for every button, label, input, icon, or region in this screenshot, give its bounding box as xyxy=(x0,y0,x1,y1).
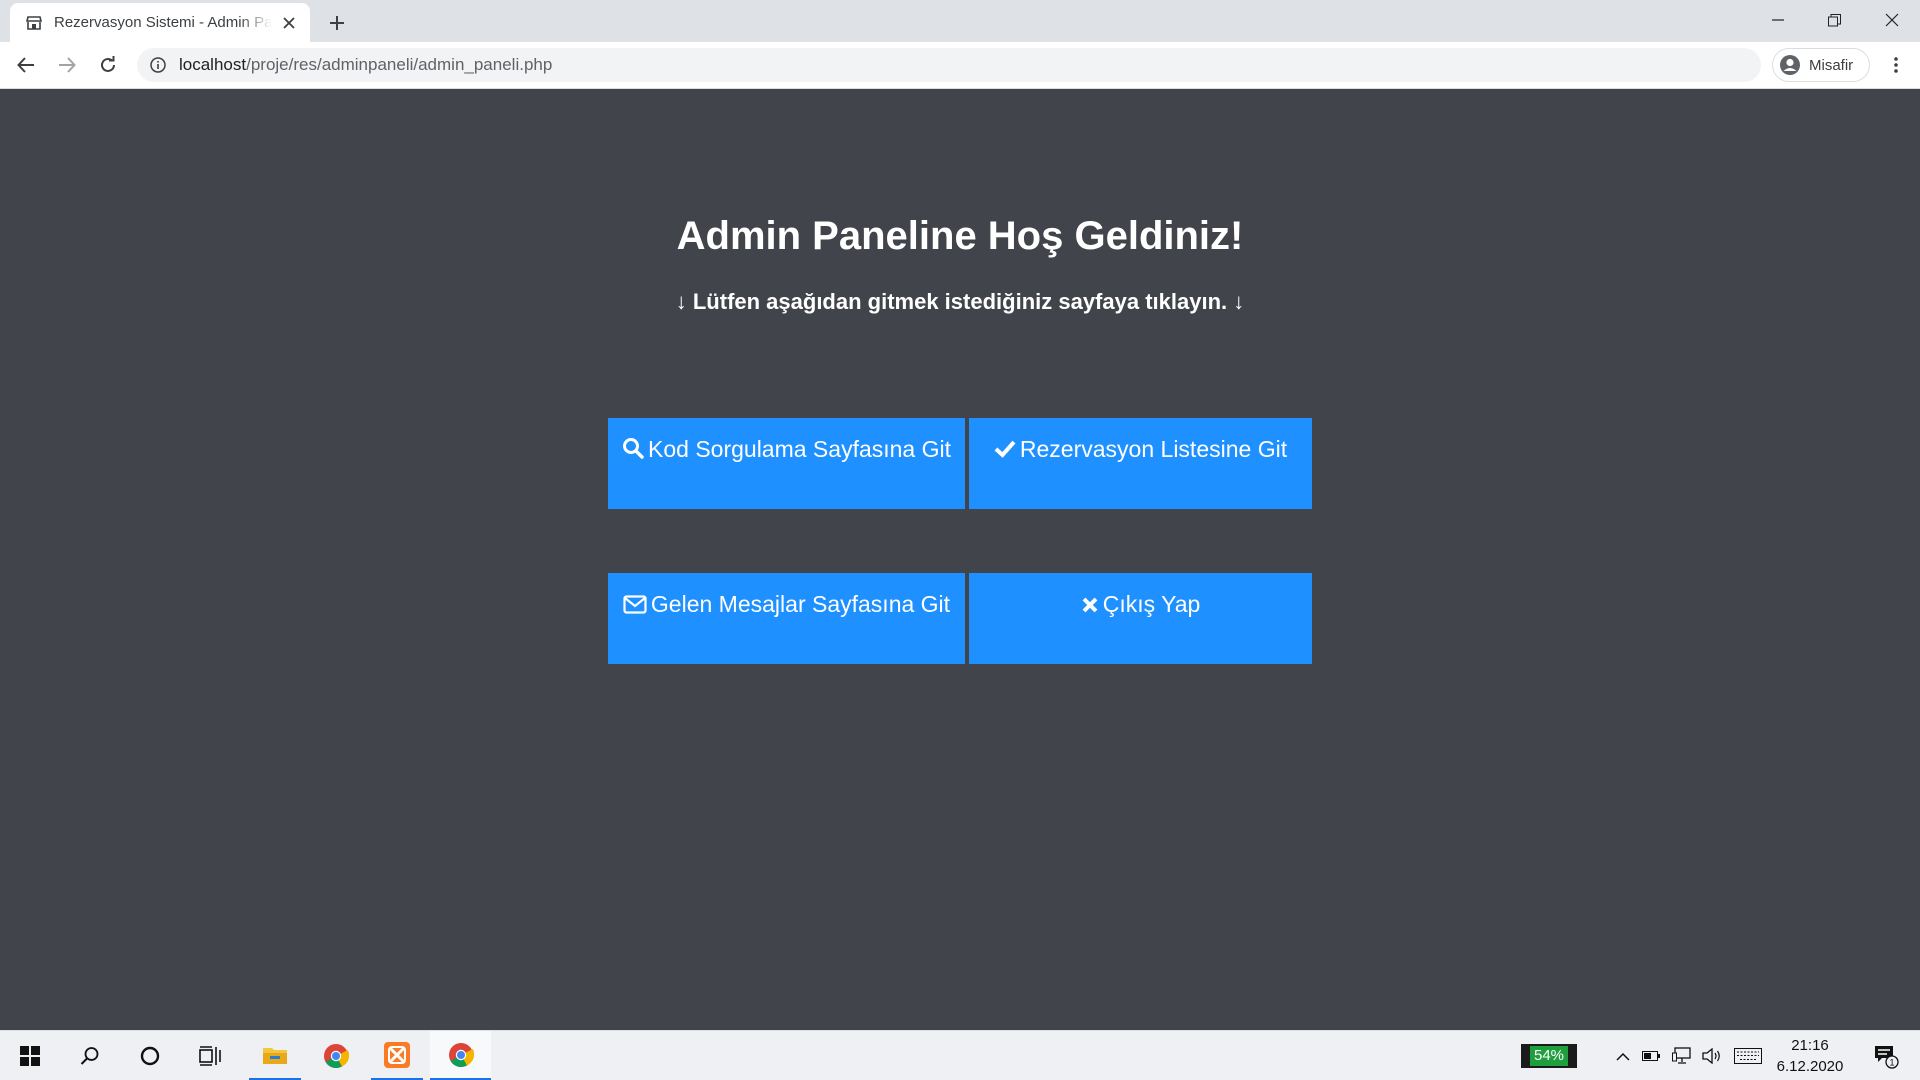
code-query-button[interactable]: Kod Sorgulama Sayfasına Git xyxy=(608,418,965,509)
task-view-icon xyxy=(199,1046,221,1066)
magnifier-icon xyxy=(80,1047,99,1065)
cortana-circle-icon xyxy=(140,1046,160,1066)
clock-time: 21:16 xyxy=(1791,1037,1829,1054)
check-icon xyxy=(994,438,1016,464)
browser-tab-active[interactable]: Rezervasyon Sistemi - Admin Paneli xyxy=(10,3,310,42)
chrome-icon xyxy=(324,1044,349,1069)
task-view-button[interactable] xyxy=(190,1031,230,1080)
notification-icon: 1 xyxy=(1875,1046,1899,1069)
tab-title: Rezervasyon Sistemi - Admin Paneli xyxy=(54,14,272,31)
plus-icon xyxy=(330,16,344,30)
minimize-icon xyxy=(1771,19,1784,21)
windows-taskbar: 54% 21:16 6.12.2020 1 xyxy=(0,1030,1920,1080)
clock-date: 6.12.2020 xyxy=(1776,1058,1844,1075)
page-title: Admin Paneline Hoş Geldiniz! xyxy=(676,214,1244,258)
action-center-button[interactable]: 1 xyxy=(1866,1031,1906,1080)
chevron-up-icon xyxy=(1616,1052,1630,1061)
forward-button[interactable] xyxy=(51,49,83,81)
arrow-right-icon xyxy=(59,57,76,73)
kebab-menu-icon xyxy=(1894,57,1898,73)
new-tab-button[interactable] xyxy=(322,8,352,38)
times-icon xyxy=(1081,593,1099,619)
url-host: localhost xyxy=(179,55,247,74)
incoming-messages-button[interactable]: Gelen Mesajlar Sayfasına Git xyxy=(608,573,965,664)
touch-keyboard-button[interactable] xyxy=(1732,1031,1764,1080)
cortana-button[interactable] xyxy=(130,1031,170,1080)
avatar-icon xyxy=(1780,55,1800,75)
info-icon[interactable] xyxy=(149,56,167,74)
page-content: Admin Paneline Hoş Geldiniz! ↓ Lütfen aş… xyxy=(0,89,1920,1030)
network-tray-button[interactable] xyxy=(1670,1031,1694,1080)
battery-icon xyxy=(1642,1051,1660,1061)
logout-label: Çıkış Yap xyxy=(1102,591,1201,617)
envelope-icon xyxy=(623,593,647,619)
close-tab-icon[interactable] xyxy=(278,12,300,34)
folder-icon xyxy=(263,1047,287,1064)
url-path: /proje/res/adminpaneli/admin_paneli.php xyxy=(246,55,553,74)
system-clock[interactable]: 21:16 6.12.2020 xyxy=(1770,1035,1850,1077)
start-button[interactable] xyxy=(10,1031,50,1080)
battery-tray-button[interactable] xyxy=(1640,1031,1662,1080)
logout-button[interactable]: Çıkış Yap xyxy=(969,573,1312,664)
code-query-label: Kod Sorgulama Sayfasına Git xyxy=(648,436,951,462)
show-hidden-icons-button[interactable] xyxy=(1612,1031,1634,1080)
reservation-list-button[interactable]: Rezervasyon Listesine Git xyxy=(969,418,1312,509)
minimize-button[interactable] xyxy=(1749,0,1806,40)
incoming-messages-label: Gelen Mesajlar Sayfasına Git xyxy=(650,591,951,617)
restore-button[interactable] xyxy=(1806,0,1863,40)
store-icon xyxy=(24,13,44,33)
chrome-taskbar-item[interactable] xyxy=(310,1031,362,1080)
chrome-icon xyxy=(448,1042,474,1067)
close-icon xyxy=(1885,13,1898,27)
reload-icon xyxy=(101,56,115,72)
file-explorer-taskbar-item[interactable] xyxy=(249,1031,301,1080)
network-icon xyxy=(1672,1047,1691,1064)
close-window-button[interactable] xyxy=(1863,0,1920,40)
page-subtitle: ↓ Lütfen aşağıdan gitmek istediğiniz say… xyxy=(675,289,1245,314)
arrow-left-icon xyxy=(17,57,34,73)
browser-toolbar: localhost/proje/res/adminpaneli/admin_pa… xyxy=(0,42,1920,89)
address-bar[interactable]: localhost/proje/res/adminpaneli/admin_pa… xyxy=(137,48,1761,82)
battery-percentage-badge[interactable]: 54% xyxy=(1521,1044,1577,1068)
url-text: localhost/proje/res/adminpaneli/admin_pa… xyxy=(179,55,552,75)
profile-label: Misafir xyxy=(1809,56,1854,74)
reservation-list-label: Rezervasyon Listesine Git xyxy=(1019,436,1288,462)
battery-percentage: 54% xyxy=(1529,1046,1569,1066)
volume-tray-button[interactable] xyxy=(1700,1031,1724,1080)
speaker-icon xyxy=(1702,1048,1720,1064)
xampp-taskbar-item[interactable] xyxy=(371,1031,423,1080)
chrome-active-taskbar-item[interactable] xyxy=(430,1031,491,1080)
windows-logo-icon xyxy=(20,1046,40,1066)
tab-strip: Rezervasyon Sistemi - Admin Paneli xyxy=(0,0,1920,42)
keyboard-icon xyxy=(1734,1048,1762,1064)
browser-menu-button[interactable] xyxy=(1880,49,1912,81)
notification-count: 1 xyxy=(1889,1058,1894,1068)
xampp-icon xyxy=(384,1041,410,1068)
back-button[interactable] xyxy=(10,49,42,81)
search-icon xyxy=(622,437,644,464)
restore-icon xyxy=(1828,13,1841,26)
search-taskbar-button[interactable] xyxy=(70,1031,110,1080)
reload-button[interactable] xyxy=(92,49,124,81)
profile-button[interactable]: Misafir xyxy=(1772,48,1870,82)
